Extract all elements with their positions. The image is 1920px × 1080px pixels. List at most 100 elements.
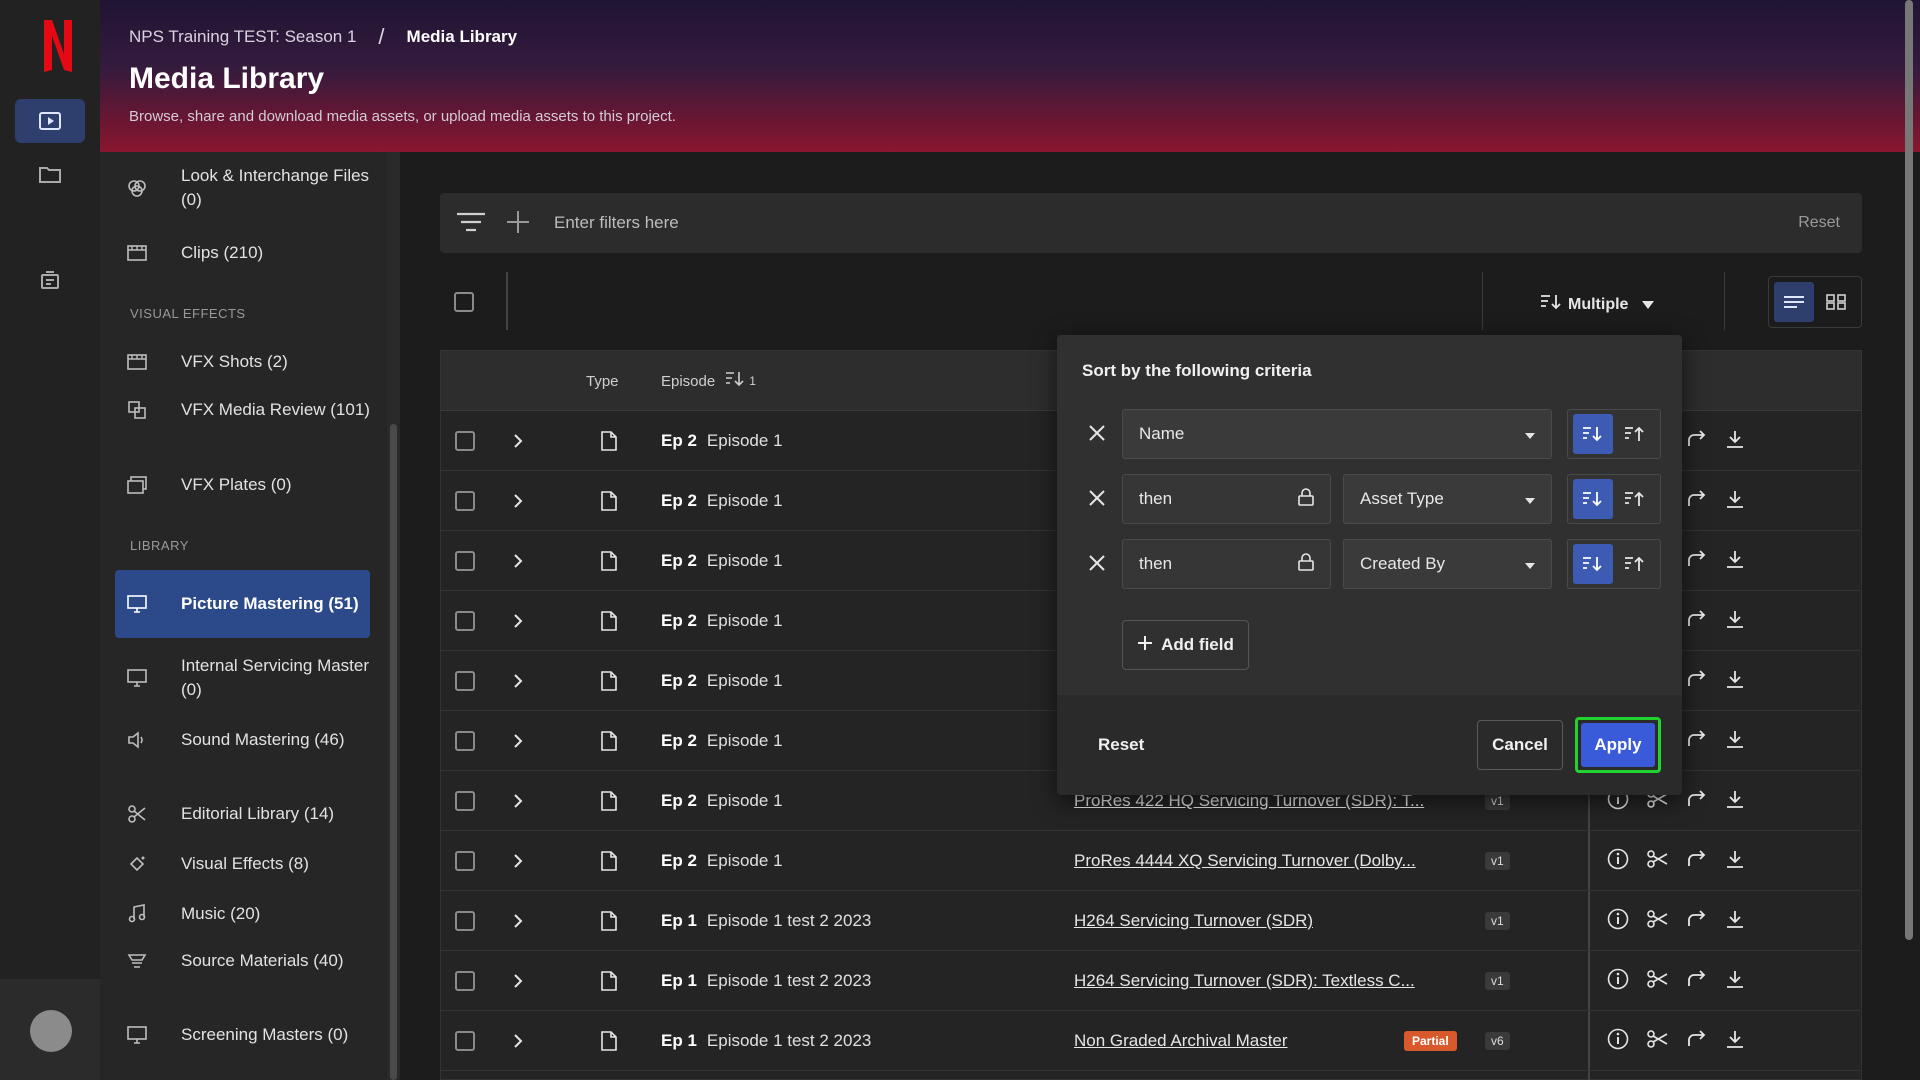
media-library-nav-icon[interactable] (15, 99, 85, 143)
share-icon[interactable] (1687, 849, 1707, 873)
info-icon[interactable] (1607, 848, 1629, 875)
filter-lines-icon[interactable] (456, 211, 486, 238)
folder-nav-icon[interactable] (15, 152, 85, 196)
share-icon[interactable] (1687, 429, 1707, 453)
asset-name-link[interactable]: ProRes 4444 XQ Servicing Turnover (Dolby… (1074, 851, 1416, 871)
row-checkbox[interactable] (455, 671, 475, 691)
asset-name-link[interactable]: H264 Servicing Turnover (SDR): Textless … (1074, 971, 1415, 991)
sort-field-select[interactable]: Created By (1343, 539, 1552, 589)
download-icon[interactable] (1725, 669, 1745, 694)
sidebar-item-internal-servicing[interactable]: Internal Servicing Master (0) (115, 654, 370, 702)
sidebar-item-sound-mastering[interactable]: Sound Mastering (46) (115, 728, 370, 752)
sidebar-item-vfx-media-review[interactable]: VFX Media Review (101) (115, 398, 370, 422)
sidebar-item-look-interchange[interactable]: Look & Interchange Files (0) (115, 164, 370, 212)
row-checkbox[interactable] (455, 491, 475, 511)
download-icon[interactable] (1725, 729, 1745, 754)
share-icon[interactable] (1687, 1029, 1707, 1053)
sidebar-item-vfx-shots[interactable]: VFX Shots (2) (115, 347, 370, 377)
sidebar-item-visual-effects[interactable]: Visual Effects (8) (115, 849, 370, 879)
filter-input[interactable]: Enter filters here (554, 213, 679, 233)
sidebar-item-editorial-library[interactable]: Editorial Library (14) (115, 799, 370, 829)
share-icon[interactable] (1687, 549, 1707, 573)
asset-name-link[interactable]: Non Graded Archival Master (1074, 1031, 1288, 1051)
download-icon[interactable] (1725, 849, 1745, 874)
scissors-icon[interactable] (1647, 1029, 1669, 1053)
info-icon[interactable] (1607, 1028, 1629, 1055)
sort-descending-icon[interactable] (1573, 544, 1613, 584)
sidebar-item-vfx-plates[interactable]: VFX Plates (0) (115, 470, 370, 500)
sort-reset-button[interactable]: Reset (1098, 735, 1144, 755)
filter-reset-button[interactable]: Reset (1798, 214, 1840, 232)
asset-name-link[interactable]: H264 Servicing Turnover (SDR) (1074, 911, 1313, 931)
row-checkbox[interactable] (455, 971, 475, 991)
sort-dropdown-button[interactable]: Multiple (1540, 294, 1655, 315)
row-checkbox[interactable] (455, 911, 475, 931)
sidebar-item-picture-mastering[interactable]: Picture Mastering (51) (115, 570, 370, 638)
chevron-right-icon[interactable] (513, 411, 523, 471)
chevron-right-icon[interactable] (513, 771, 523, 831)
column-header-episode[interactable]: Episode 1 (661, 351, 756, 411)
scissors-icon[interactable] (1647, 849, 1669, 873)
sidebar-item-screening-masters[interactable]: Screening Masters (0) (115, 1023, 370, 1047)
remove-criterion-close-icon[interactable] (1085, 421, 1109, 445)
share-icon[interactable] (1687, 729, 1707, 753)
chevron-right-icon[interactable] (513, 471, 523, 531)
row-checkbox[interactable] (455, 731, 475, 751)
chevron-right-icon[interactable] (513, 651, 523, 711)
breadcrumb-project[interactable]: NPS Training TEST: Season 1 (129, 27, 356, 47)
chevron-right-icon[interactable] (513, 591, 523, 651)
sidebar-item-source-materials[interactable]: Source Materials (40) (115, 949, 370, 973)
netflix-logo-icon[interactable] (38, 18, 78, 74)
remove-criterion-close-icon[interactable] (1085, 486, 1109, 510)
download-icon[interactable] (1725, 969, 1745, 994)
tasks-nav-icon[interactable] (15, 258, 85, 302)
download-icon[interactable] (1725, 1029, 1745, 1054)
row-checkbox[interactable] (455, 551, 475, 571)
sort-field-select[interactable]: Name (1122, 409, 1552, 459)
share-icon[interactable] (1687, 489, 1707, 513)
select-all-checkbox[interactable] (454, 292, 474, 312)
share-icon[interactable] (1687, 969, 1707, 993)
info-icon[interactable] (1607, 968, 1629, 995)
download-icon[interactable] (1725, 549, 1745, 574)
sidebar-scrollbar-thumb[interactable] (390, 424, 397, 1080)
page-scrollbar-thumb[interactable] (1905, 0, 1913, 940)
sidebar-item-clips[interactable]: Clips (210) (115, 238, 370, 268)
scissors-icon[interactable] (1647, 909, 1669, 933)
remove-criterion-close-icon[interactable] (1085, 551, 1109, 575)
share-icon[interactable] (1687, 669, 1707, 693)
avatar[interactable] (30, 1010, 72, 1052)
add-filter-plus-icon[interactable] (506, 210, 530, 239)
chevron-right-icon[interactable] (513, 891, 523, 951)
sort-ascending-icon[interactable] (1615, 414, 1655, 454)
row-checkbox[interactable] (455, 791, 475, 811)
sort-descending-icon[interactable] (1573, 414, 1613, 454)
chevron-right-icon[interactable] (513, 831, 523, 891)
sort-ascending-icon[interactable] (1615, 479, 1655, 519)
info-icon[interactable] (1607, 908, 1629, 935)
download-icon[interactable] (1725, 609, 1745, 634)
add-field-button[interactable]: Add field (1122, 620, 1249, 670)
table-row[interactable]: Ep 1 Episode 1 test 2 2023 H264 Servicing … (441, 951, 1861, 1011)
table-row[interactable]: Ep 1 Episode 1 test 2 2023 Non Graded Arch… (441, 1011, 1861, 1071)
grid-view-icon[interactable] (1816, 282, 1856, 322)
cancel-button[interactable]: Cancel (1477, 720, 1563, 770)
sort-ascending-icon[interactable] (1615, 544, 1655, 584)
chevron-right-icon[interactable] (513, 531, 523, 591)
row-checkbox[interactable] (455, 431, 475, 451)
download-icon[interactable] (1725, 909, 1745, 934)
apply-button[interactable]: Apply (1575, 717, 1661, 773)
share-icon[interactable] (1687, 909, 1707, 933)
sort-field-select[interactable]: Asset Type (1343, 474, 1552, 524)
row-checkbox[interactable] (455, 1031, 475, 1051)
download-icon[interactable] (1725, 489, 1745, 514)
row-checkbox[interactable] (455, 851, 475, 871)
table-row[interactable]: Ep 1 Episode 1 test 2 2023 H264 Servicing … (441, 891, 1861, 951)
download-icon[interactable] (1725, 789, 1745, 814)
list-view-icon[interactable] (1774, 282, 1814, 322)
table-row[interactable]: Ep 2 Episode 1 ProRes 4444 XQ Servicing Tu… (441, 831, 1861, 891)
row-checkbox[interactable] (455, 611, 475, 631)
sort-descending-icon[interactable] (1573, 479, 1613, 519)
chevron-right-icon[interactable] (513, 1011, 523, 1071)
share-icon[interactable] (1687, 789, 1707, 813)
